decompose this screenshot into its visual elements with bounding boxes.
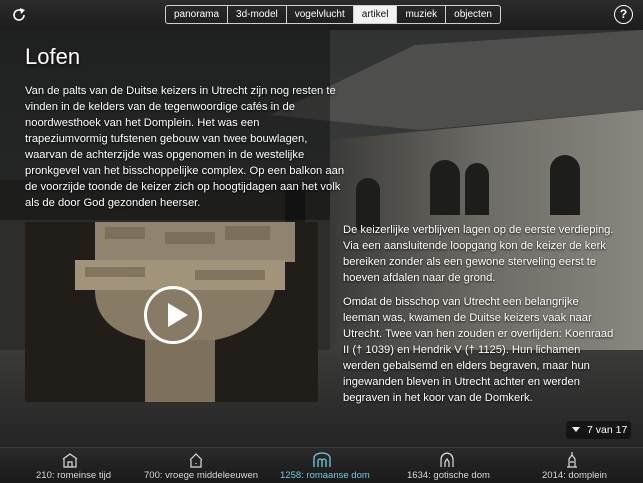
roman-building-icon — [62, 453, 78, 468]
tab-artikel[interactable]: artikel — [353, 6, 398, 23]
help-button[interactable]: ? — [614, 5, 633, 24]
tab-objecten[interactable]: objecten — [446, 6, 500, 23]
page-indicator: 7 van 17 — [587, 424, 628, 436]
caret-down-icon — [572, 427, 580, 432]
era-romaanse-dom[interactable]: 1258: romaanse dom — [275, 448, 370, 483]
era-domplein[interactable]: 2014: domplein — [538, 448, 618, 483]
early-church-icon — [189, 453, 203, 468]
era-label: 2014: domplein — [542, 470, 607, 481]
era-label: 1258: romaanse dom — [280, 470, 370, 481]
era-gotische-dom[interactable]: 1634: gotische dom — [403, 448, 493, 483]
view-tabs: panorama 3d-model vogelvlucht artikel mu… — [165, 5, 501, 24]
tab-panorama[interactable]: panorama — [166, 6, 229, 23]
gothic-arch-icon — [440, 452, 454, 467]
era-label: 700: vroege middeleeuwen — [144, 470, 259, 481]
dom-tower-icon — [567, 452, 577, 468]
page-selector[interactable]: 7 van 17 — [566, 421, 631, 439]
era-label: 1634: gotische dom — [407, 470, 490, 481]
article-paragraph-3: Omdat de bisschop van Utrecht een belang… — [343, 296, 614, 404]
era-label: 210: romeinse tijd — [36, 470, 111, 481]
article-paragraph-2: De keizerlijke verblijven lagen op de ee… — [343, 224, 614, 284]
tab-vogelvlucht[interactable]: vogelvlucht — [287, 6, 354, 23]
refresh-icon[interactable] — [10, 6, 28, 24]
era-vroege-middeleeuwen[interactable]: 700: vroege middeleeuwen — [140, 448, 258, 483]
romanesque-arch-icon — [313, 452, 331, 467]
article-paragraph-1: Van de palts van de Duitse keizers in Ut… — [25, 85, 345, 209]
video-player[interactable] — [25, 222, 318, 402]
era-romeinse-tijd[interactable]: 210: romeinse tijd — [30, 448, 111, 483]
top-toolbar: panorama 3d-model vogelvlucht artikel mu… — [0, 0, 643, 30]
tab-muziek[interactable]: muziek — [397, 6, 447, 23]
timeline-bar: 210: romeinse tijd 700: vroege middeleeu… — [0, 447, 643, 483]
article-title: Lofen — [25, 44, 81, 69]
tab-3d-model[interactable]: 3d-model — [228, 6, 287, 23]
play-icon[interactable] — [144, 286, 202, 344]
